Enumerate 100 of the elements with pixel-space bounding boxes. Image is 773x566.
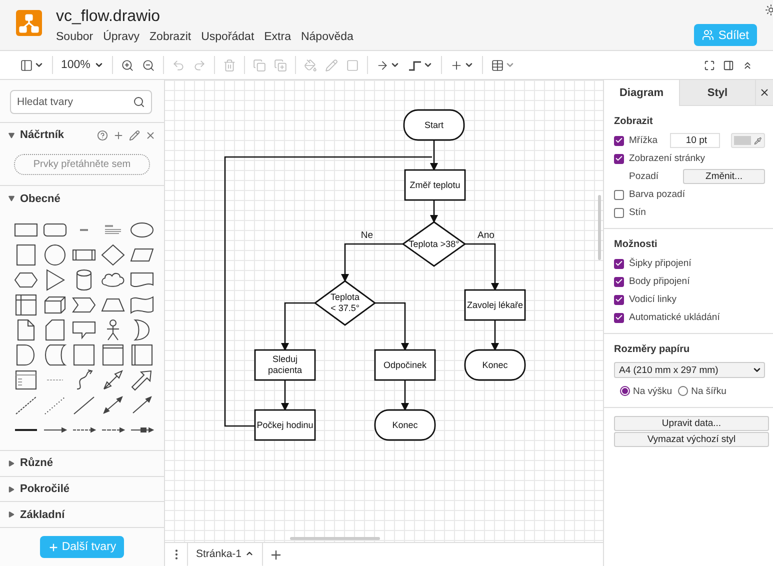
connector-arrow <box>430 200 438 223</box>
section-title: Různé <box>20 457 54 470</box>
fill-color-icon[interactable] <box>304 58 318 72</box>
caret-icon <box>8 132 15 139</box>
panel-tab[interactable]: Styl <box>679 80 755 106</box>
panel-button[interactable]: Vymazat výchozí styl <box>614 432 769 447</box>
checkbox[interactable] <box>614 190 624 200</box>
checkbox-label: Mřížka <box>629 135 658 146</box>
page-tab[interactable]: Stránka-1 <box>187 542 263 566</box>
checkbox[interactable] <box>614 276 624 286</box>
scrollbar[interactable] <box>598 195 601 260</box>
scrollbar[interactable] <box>290 537 380 540</box>
collapse-icon[interactable] <box>742 60 753 70</box>
connector-arrow <box>491 320 499 351</box>
edge-label: Ne <box>360 230 374 241</box>
add-icon[interactable] <box>113 130 124 141</box>
connector-arrow <box>281 302 315 351</box>
fullscreen-icon[interactable] <box>704 60 715 70</box>
sidebar-toggle-icon[interactable] <box>20 58 44 72</box>
line-icon[interactable] <box>71 394 97 416</box>
connection-arrow-icon[interactable] <box>376 58 400 72</box>
checkbox[interactable] <box>614 258 624 268</box>
search-field[interactable]: Hledat tvary <box>10 90 152 114</box>
callout-shape-icon[interactable] <box>71 318 97 341</box>
close-icon[interactable] <box>145 130 156 141</box>
checkbox[interactable] <box>614 154 624 164</box>
format-panel-icon[interactable] <box>723 60 734 70</box>
menu-item[interactable]: Soubor <box>56 31 94 43</box>
users-icon <box>702 29 714 41</box>
section-header[interactable]: Obecné <box>0 185 164 212</box>
menu-item[interactable]: Zobrazit <box>150 31 192 43</box>
process-node: Počkej hodinu <box>254 409 316 441</box>
square-shape-icon[interactable] <box>71 344 97 366</box>
terminal-node: Konec <box>374 409 436 441</box>
bidirectional-arrow-icon[interactable] <box>100 394 126 416</box>
menu-item[interactable]: Extra <box>264 31 291 43</box>
table-icon[interactable] <box>491 58 516 72</box>
panel-button[interactable]: Upravit data... <box>614 416 769 431</box>
checkbox-label: Automatické ukládání <box>629 312 721 323</box>
section-title: Možnosti <box>614 239 658 250</box>
checkbox-label: Stín <box>629 207 647 218</box>
grid-size-field[interactable]: 10 pt <box>670 133 720 148</box>
checkbox-label: Barva pozadí <box>629 189 686 200</box>
file-name: vc_flow.drawio <box>56 8 160 26</box>
radio-option[interactable]: Na šířku <box>678 386 726 396</box>
connector-arrow <box>341 243 403 282</box>
section-title: Zobrazit <box>614 116 654 127</box>
internal-storage-shape-icon[interactable] <box>13 294 39 316</box>
window-shape-icon[interactable] <box>100 344 126 366</box>
help-icon[interactable] <box>97 130 108 141</box>
chevron-up-icon <box>244 549 254 558</box>
terminal-node: Konec <box>464 349 526 381</box>
section-header[interactable]: Pokročilé <box>0 476 164 502</box>
checkbox[interactable] <box>614 208 624 218</box>
section-header[interactable]: Náčrtník <box>0 122 164 148</box>
checkbox[interactable] <box>614 294 624 304</box>
terminal-node: Start <box>403 109 465 141</box>
checkbox[interactable] <box>614 136 624 146</box>
list-shape-icon[interactable] <box>13 368 39 391</box>
edge-label: Ano <box>478 230 494 241</box>
zoom-in-icon[interactable] <box>121 58 134 72</box>
edit-icon[interactable] <box>129 130 140 141</box>
checkbox-label: Zobrazení stránky <box>629 153 706 164</box>
decision-node: Teplota < 37.5° <box>314 280 376 326</box>
connector-arrow <box>401 380 409 411</box>
zoom-dropdown[interactable]: 100% <box>61 59 104 71</box>
waypoints-icon[interactable] <box>408 58 434 72</box>
circle-shape-icon[interactable] <box>42 244 68 266</box>
radio-option[interactable]: Na výšku <box>620 386 672 396</box>
section-title: Obecné <box>20 192 62 205</box>
section-header[interactable]: Základní <box>0 501 164 527</box>
menu-item[interactable]: Uspořádat <box>201 31 254 43</box>
chevron-down-icon <box>752 365 762 375</box>
process-node: Odpočinek <box>374 349 436 381</box>
section-header[interactable]: Různé <box>0 450 164 476</box>
app-logo <box>16 10 42 36</box>
cube-shape-icon[interactable] <box>42 294 68 316</box>
tape-shape-icon[interactable] <box>129 294 155 316</box>
change-button[interactable]: Změnit... <box>683 169 765 184</box>
menu-item[interactable]: Nápověda <box>300 31 354 43</box>
stored-data-shape-icon[interactable] <box>42 344 68 366</box>
container-shape-icon[interactable] <box>129 344 155 366</box>
connector-arrow <box>465 243 499 291</box>
diamond-shape-icon[interactable] <box>100 244 126 266</box>
line-color-icon[interactable] <box>325 58 338 72</box>
color-picker[interactable] <box>731 133 765 148</box>
checkbox-label: Šipky připojení <box>629 258 692 269</box>
menu-item[interactable]: Úpravy <box>103 31 140 43</box>
section-title: Pokročilé <box>20 483 71 496</box>
checkbox[interactable] <box>614 312 624 322</box>
zoom-out-icon[interactable] <box>142 58 156 72</box>
insert-icon[interactable] <box>450 58 474 72</box>
checkbox-label: Vodicí linky <box>629 294 678 305</box>
section-title: Základní <box>20 508 66 521</box>
connector-arrow <box>375 302 409 351</box>
connector-arrow <box>281 380 289 411</box>
caret-icon <box>8 486 15 493</box>
close-panel-icon[interactable] <box>755 80 773 106</box>
paper-size-select[interactable]: A4 (210 mm x 297 mm) <box>614 362 765 378</box>
section-title: Náčrtník <box>20 129 66 142</box>
